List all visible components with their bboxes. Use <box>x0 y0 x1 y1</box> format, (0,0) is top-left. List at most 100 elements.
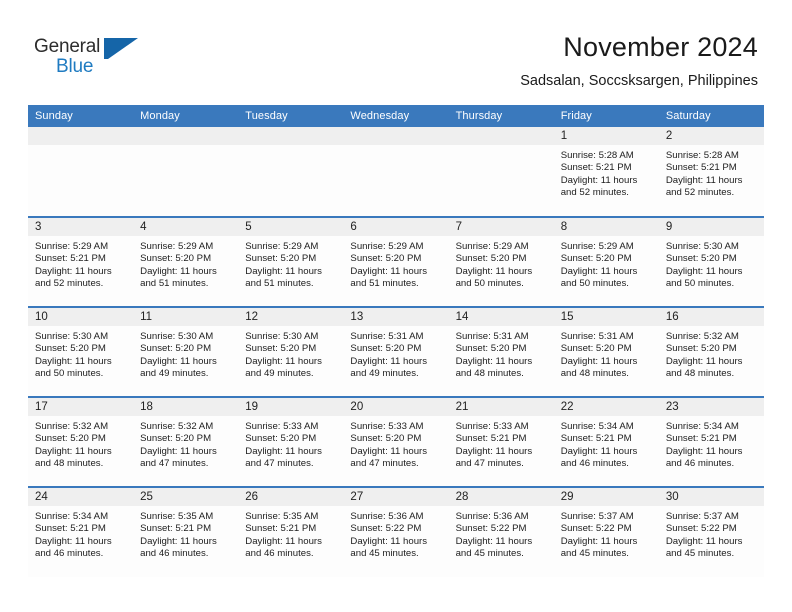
calendar-day-cell[interactable]: 9 Sunrise: 5:30 AM Sunset: 5:20 PM Daylight… <box>658 216 764 307</box>
title-block: November 2024 Sadsalan, Soccsksargen, Ph… <box>520 30 758 92</box>
calendar-day-cell[interactable]: 14 Sunrise: 5:31 AM Sunset: 5:20 PM Dayligh… <box>448 306 554 397</box>
calendar-day-cell[interactable]: 2 Sunrise: 5:28 AM Sunset: 5:21 PM Daylight… <box>658 127 764 217</box>
day-details: Sunrise: 5:29 AM Sunset: 5:20 PM Daylight:… <box>133 236 238 290</box>
calendar-day-cell[interactable]: 24 Sunrise: 5:34 AM Sunset: 5:21 PM Dayligh… <box>28 486 134 577</box>
calendar-day-cell[interactable]: 17 Sunrise: 5:32 AM Sunset: 5:20 PM Dayligh… <box>28 396 134 487</box>
day-details: Sunrise: 5:32 AM Sunset: 5:20 PM Daylight:… <box>28 416 133 470</box>
daylight-text-line1: Daylight: 11 hours <box>35 535 112 547</box>
daylight-text-line1: Daylight: 11 hours <box>140 535 217 547</box>
calendar-day-cell[interactable]: 18 Sunrise: 5:32 AM Sunset: 5:20 PM Dayligh… <box>133 396 239 487</box>
sunrise-text: Sunrise: 5:36 AM <box>455 511 529 522</box>
calendar-day-cell[interactable]: 21 Sunrise: 5:33 AM Sunset: 5:21 PM Dayligh… <box>448 396 554 487</box>
sunrise-text: Sunrise: 5:31 AM <box>350 331 424 342</box>
day-number: 8 <box>553 218 659 236</box>
day-number: 18 <box>133 398 239 416</box>
calendar-day-cell[interactable]: 20 Sunrise: 5:33 AM Sunset: 5:20 PM Dayligh… <box>343 396 449 487</box>
calendar-day-cell[interactable]: 4 Sunrise: 5:29 AM Sunset: 5:20 PM Daylight… <box>133 216 239 307</box>
daylight-text-line2: and 48 minutes. <box>560 367 629 379</box>
day-number <box>238 127 344 145</box>
day-details: Sunrise: 5:37 AM Sunset: 5:22 PM Daylight:… <box>554 506 659 560</box>
calendar-day-cell[interactable]: 10 Sunrise: 5:30 AM Sunset: 5:20 PM Dayligh… <box>28 306 134 397</box>
day-details: Sunrise: 5:29 AM Sunset: 5:20 PM Daylight:… <box>449 236 554 290</box>
calendar-day-cell-empty <box>133 127 239 217</box>
daylight-text-line2: and 49 minutes. <box>140 367 209 379</box>
daylight-text-line2: and 49 minutes. <box>350 367 419 379</box>
sunrise-text: Sunrise: 5:34 AM <box>665 421 739 432</box>
daylight-text-line1: Daylight: 11 hours <box>665 535 743 547</box>
sunset-text: Sunset: 5:20 PM <box>140 433 212 445</box>
sunrise-text: Sunrise: 5:31 AM <box>560 331 634 342</box>
sunset-text: Sunset: 5:21 PM <box>560 162 632 174</box>
daylight-text-line2: and 46 minutes. <box>245 547 314 559</box>
daylight-text-line2: and 52 minutes. <box>665 186 735 198</box>
calendar-day-cell[interactable]: 26 Sunrise: 5:35 AM Sunset: 5:21 PM Dayligh… <box>238 486 344 577</box>
daylight-text-line1: Daylight: 11 hours <box>140 445 217 457</box>
sunrise-text: Sunrise: 5:33 AM <box>350 421 424 432</box>
daylight-text-line2: and 47 minutes. <box>140 457 209 469</box>
sunset-text: Sunset: 5:20 PM <box>350 253 422 265</box>
calendar-day-cell[interactable]: 27 Sunrise: 5:36 AM Sunset: 5:22 PM Dayligh… <box>343 486 449 577</box>
day-details: Sunrise: 5:30 AM Sunset: 5:20 PM Daylight:… <box>28 326 133 380</box>
day-number: 25 <box>133 488 239 506</box>
daylight-text-line1: Daylight: 11 hours <box>560 174 638 186</box>
day-number: 19 <box>238 398 344 416</box>
daylight-text-line1: Daylight: 11 hours <box>455 355 533 367</box>
sunrise-text: Sunrise: 5:32 AM <box>140 421 214 432</box>
sunrise-text: Sunrise: 5:29 AM <box>140 241 214 252</box>
weekday-header-wednesday: Wednesday <box>343 105 449 127</box>
daylight-text-line2: and 46 minutes. <box>35 547 104 559</box>
daylight-text-line1: Daylight: 11 hours <box>245 535 322 547</box>
sunrise-text: Sunrise: 5:37 AM <box>560 511 634 522</box>
day-details: Sunrise: 5:30 AM Sunset: 5:20 PM Daylight:… <box>133 326 238 380</box>
calendar-day-cell[interactable]: 3 Sunrise: 5:29 AM Sunset: 5:21 PM Daylight… <box>28 216 134 307</box>
brand-logo[interactable]: General Blue <box>34 36 154 86</box>
day-number <box>448 127 554 145</box>
daylight-text-line1: Daylight: 11 hours <box>560 445 638 457</box>
daylight-text-line1: Daylight: 11 hours <box>140 355 217 367</box>
calendar-day-cell[interactable]: 1 Sunrise: 5:28 AM Sunset: 5:21 PM Daylight… <box>553 127 659 217</box>
day-details: Sunrise: 5:33 AM Sunset: 5:21 PM Daylight:… <box>449 416 554 470</box>
daylight-text-line2: and 47 minutes. <box>455 457 524 469</box>
sunset-text: Sunset: 5:20 PM <box>560 253 632 265</box>
day-details: Sunrise: 5:29 AM Sunset: 5:21 PM Daylight:… <box>28 236 133 290</box>
calendar-day-cell[interactable]: 16 Sunrise: 5:32 AM Sunset: 5:20 PM Dayligh… <box>658 306 764 397</box>
calendar-day-cell[interactable]: 19 Sunrise: 5:33 AM Sunset: 5:20 PM Dayligh… <box>238 396 344 487</box>
day-number: 1 <box>553 127 659 145</box>
calendar-day-cell[interactable]: 12 Sunrise: 5:30 AM Sunset: 5:20 PM Dayligh… <box>238 306 344 397</box>
daylight-text-line2: and 45 minutes. <box>455 547 524 559</box>
calendar-day-cell[interactable]: 7 Sunrise: 5:29 AM Sunset: 5:20 PM Daylight… <box>448 216 554 307</box>
calendar-day-cell[interactable]: 6 Sunrise: 5:29 AM Sunset: 5:20 PM Daylight… <box>343 216 449 307</box>
blue-triangle-logo-icon <box>104 38 138 59</box>
daylight-text-line2: and 48 minutes. <box>665 367 735 379</box>
calendar-day-cell[interactable]: 5 Sunrise: 5:29 AM Sunset: 5:20 PM Daylight… <box>238 216 344 307</box>
calendar-body: 1 Sunrise: 5:28 AM Sunset: 5:21 PM Daylight… <box>28 127 764 577</box>
calendar-day-cell[interactable]: 23 Sunrise: 5:34 AM Sunset: 5:21 PM Dayligh… <box>658 396 764 487</box>
sunrise-text: Sunrise: 5:34 AM <box>560 421 634 432</box>
daylight-text-line1: Daylight: 11 hours <box>245 445 322 457</box>
sunrise-text: Sunrise: 5:35 AM <box>140 511 214 522</box>
calendar-day-cell[interactable]: 11 Sunrise: 5:30 AM Sunset: 5:20 PM Dayligh… <box>133 306 239 397</box>
calendar-day-cell[interactable]: 15 Sunrise: 5:31 AM Sunset: 5:20 PM Dayligh… <box>553 306 659 397</box>
daylight-text-line1: Daylight: 11 hours <box>35 445 112 457</box>
sunset-text: Sunset: 5:20 PM <box>455 253 527 265</box>
calendar-day-cell[interactable]: 8 Sunrise: 5:29 AM Sunset: 5:20 PM Daylight… <box>553 216 659 307</box>
day-number: 30 <box>658 488 764 506</box>
day-number: 12 <box>238 308 344 326</box>
sunset-text: Sunset: 5:20 PM <box>665 343 737 355</box>
sunrise-text: Sunrise: 5:29 AM <box>35 241 109 252</box>
sunrise-text: Sunrise: 5:35 AM <box>245 511 319 522</box>
calendar-week-row: 10 Sunrise: 5:30 AM Sunset: 5:20 PM Dayligh… <box>28 306 764 397</box>
day-details: Sunrise: 5:34 AM Sunset: 5:21 PM Daylight:… <box>554 416 659 470</box>
calendar-day-cell[interactable]: 25 Sunrise: 5:35 AM Sunset: 5:21 PM Dayligh… <box>133 486 239 577</box>
calendar-day-cell[interactable]: 30 Sunrise: 5:37 AM Sunset: 5:22 PM Dayligh… <box>658 486 764 577</box>
calendar-day-cell[interactable]: 22 Sunrise: 5:34 AM Sunset: 5:21 PM Dayligh… <box>553 396 659 487</box>
calendar-day-cell[interactable]: 28 Sunrise: 5:36 AM Sunset: 5:22 PM Dayligh… <box>448 486 554 577</box>
daylight-text-line1: Daylight: 11 hours <box>560 535 638 547</box>
day-number: 11 <box>133 308 239 326</box>
calendar-day-cell[interactable]: 29 Sunrise: 5:37 AM Sunset: 5:22 PM Dayligh… <box>553 486 659 577</box>
sunrise-text: Sunrise: 5:30 AM <box>245 331 319 342</box>
daylight-text-line2: and 51 minutes. <box>245 277 314 289</box>
daylight-text-line1: Daylight: 11 hours <box>350 265 428 277</box>
calendar-day-cell[interactable]: 13 Sunrise: 5:31 AM Sunset: 5:20 PM Dayligh… <box>343 306 449 397</box>
daylight-text-line1: Daylight: 11 hours <box>455 535 533 547</box>
